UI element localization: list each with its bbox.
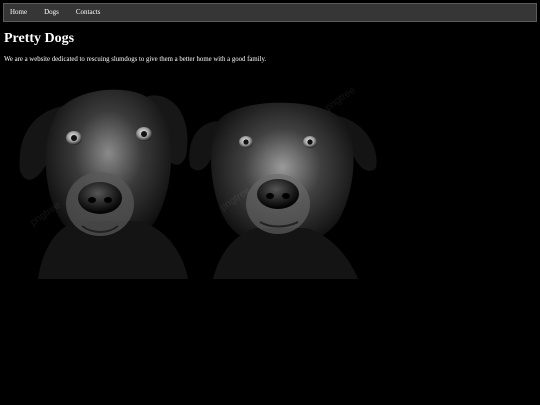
intro-paragraph: We are a website dedicated to rescuing s…	[4, 56, 267, 63]
nav-link-dogs[interactable]: Dogs	[44, 9, 59, 16]
nav-link-home[interactable]: Home	[10, 9, 27, 16]
svg-text:pngtree: pngtree	[323, 85, 357, 114]
left-dog	[19, 89, 188, 279]
nav-link-contacts[interactable]: Contacts	[76, 9, 101, 16]
page-title: Pretty Dogs	[4, 31, 75, 46]
top-navbar: Home Dogs Contacts	[3, 3, 537, 22]
dogs-photo: pngtree pngtree pngtree	[8, 76, 384, 279]
right-dog	[189, 102, 377, 279]
dogs-photo-illustration: pngtree pngtree pngtree	[19, 85, 377, 279]
